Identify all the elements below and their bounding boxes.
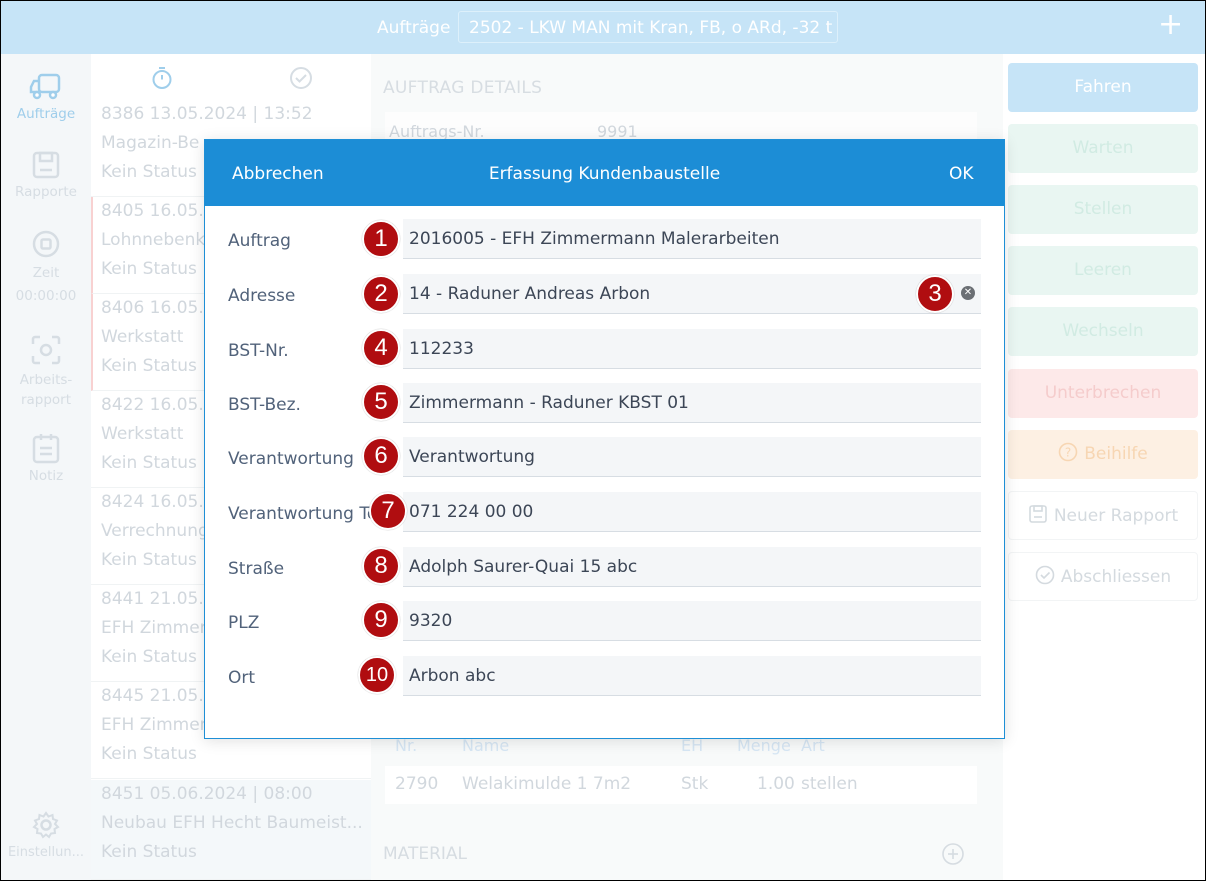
field-bst-nr: BST-Nr. (205, 329, 1004, 369)
marker-10: 10 (358, 656, 396, 694)
kundenbaustelle-dialog: Erfassung Kundenbaustelle Abbrechen OK A… (204, 139, 1005, 739)
ok-button[interactable]: OK (949, 164, 974, 184)
field-auftrag: Auftrag (205, 219, 1004, 259)
field-label: PLZ (228, 613, 260, 633)
strasse-input[interactable] (403, 547, 981, 587)
field-label: Verantwortung (228, 449, 354, 469)
field-label: Ort (228, 668, 256, 688)
marker-2: 2 (362, 275, 400, 313)
field-label: BST-Nr. (228, 341, 289, 361)
marker-7: 7 (369, 492, 407, 530)
field-plz: PLZ (205, 601, 1004, 641)
marker-9: 9 (362, 601, 400, 639)
field-label: Auftrag (228, 231, 291, 251)
marker-4: 4 (362, 329, 400, 367)
field-bst-bez: BST-Bez. (205, 383, 1004, 423)
verantwortung-tel-input[interactable] (403, 492, 981, 532)
field-label: Verantwortung Te (228, 504, 378, 524)
marker-1: 1 (362, 220, 400, 258)
clear-icon[interactable]: ✕ (961, 286, 975, 300)
field-label: Adresse (228, 286, 296, 306)
marker-5: 5 (362, 383, 400, 421)
marker-3: 3 (916, 275, 954, 313)
field-adresse: Adresse ✕ (205, 274, 1004, 314)
marker-6: 6 (362, 437, 400, 475)
field-label: BST-Bez. (228, 395, 301, 415)
cancel-button[interactable]: Abbrechen (232, 164, 324, 184)
field-verantwortung: Verantwortung (205, 437, 1004, 477)
marker-8: 8 (362, 547, 400, 585)
app-window: Aufträge 2502 - LKW MAN mit Kran, FB, o … (0, 0, 1206, 881)
ort-input[interactable] (403, 656, 981, 696)
adresse-input[interactable] (403, 274, 981, 314)
field-label: Straße (228, 559, 285, 579)
auftrag-input[interactable] (403, 219, 981, 259)
bst-bez-input[interactable] (403, 383, 981, 423)
dialog-header: Erfassung Kundenbaustelle Abbrechen OK (205, 140, 1004, 206)
field-verantwortung-tel: Verantwortung Te (205, 492, 1004, 532)
verantwortung-input[interactable] (403, 437, 981, 477)
field-strasse: Straße (205, 547, 1004, 587)
field-ort: Ort (205, 656, 1004, 696)
plz-input[interactable] (403, 601, 981, 641)
dialog-title: Erfassung Kundenbaustelle (488, 164, 721, 184)
bst-nr-input[interactable] (403, 329, 981, 369)
